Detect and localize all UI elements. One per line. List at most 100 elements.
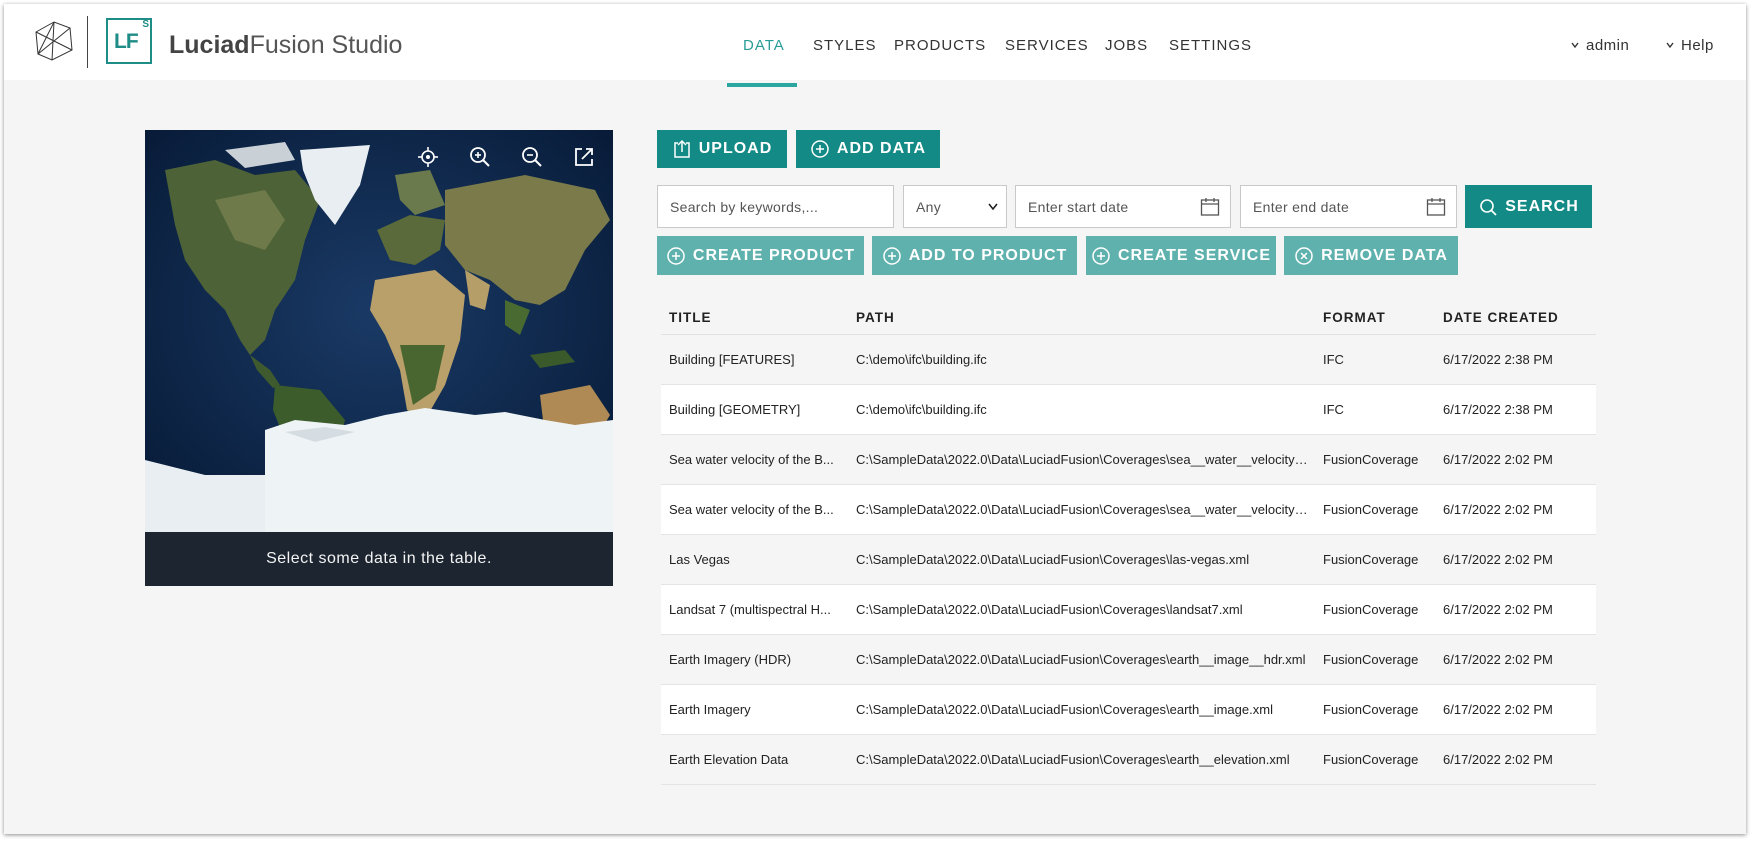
app-window: LF S LuciadFusion Studio DATA STYLES PRO… [4, 4, 1746, 834]
create-product-label: CREATE PRODUCT [692, 246, 856, 264]
plus-circle-icon [667, 246, 685, 265]
remove-data-button[interactable]: REMOVE DATA [1284, 236, 1458, 275]
search-label: SEARCH [1505, 197, 1579, 215]
cell-date: 6/17/2022 2:02 PM [1443, 652, 1553, 667]
cell-format: FusionCoverage [1323, 452, 1419, 467]
cell-title: Earth Imagery (HDR) [669, 652, 792, 667]
keyword-search-input[interactable]: Search by keywords,... [657, 185, 894, 228]
nav-data[interactable]: DATA [743, 37, 785, 54]
cell-path: C:\SampleData\2022.0\Data\LuciadFusion\C… [856, 502, 1308, 517]
cell-title: Sea water velocity of the B... [669, 502, 834, 517]
hexagon-logo-icon [35, 21, 73, 61]
cell-path: C:\SampleData\2022.0\Data\LuciadFusion\C… [856, 552, 1250, 567]
table-row[interactable]: Building [GEOMETRY] C:\demo\ifc\building… [661, 385, 1596, 435]
help-menu[interactable]: Help [1666, 37, 1714, 54]
end-date-input[interactable]: Enter end date [1240, 185, 1457, 228]
cell-path: C:\SampleData\2022.0\Data\LuciadFusion\C… [856, 652, 1306, 667]
chevron-down-icon [1666, 42, 1674, 49]
close-circle-icon [1295, 246, 1313, 265]
top-header: LF S LuciadFusion Studio DATA STYLES PRO… [4, 4, 1746, 80]
cell-date: 6/17/2022 2:02 PM [1443, 752, 1553, 767]
create-product-button[interactable]: CREATE PRODUCT [657, 236, 864, 275]
table-row[interactable]: Earth Elevation Data C:\SampleData\2022.… [661, 735, 1596, 785]
table-header: TITLE PATH FORMAT DATE CREATED [661, 300, 1596, 335]
add-data-label: ADD DATA [836, 140, 927, 157]
cell-format: IFC [1323, 402, 1344, 417]
column-header-format[interactable]: FORMAT [1323, 310, 1433, 325]
cell-date: 6/17/2022 2:02 PM [1443, 702, 1553, 717]
cell-title: Sea water velocity of the B... [669, 452, 834, 467]
table-row[interactable]: Sea water velocity of the B... C:\Sample… [661, 435, 1596, 485]
cell-format: FusionCoverage [1323, 602, 1419, 617]
remove-data-label: REMOVE DATA [1321, 246, 1448, 264]
table-row[interactable]: Earth Imagery (HDR) C:\SampleData\2022.0… [661, 635, 1596, 685]
app-title-bold: Luciad [169, 31, 250, 59]
cell-title: Las Vegas [669, 552, 730, 567]
type-select[interactable]: Any [903, 185, 1007, 228]
nav-services[interactable]: SERVICES [1005, 37, 1089, 54]
create-service-button[interactable]: CREATE SERVICE [1086, 236, 1276, 275]
data-table: TITLE PATH FORMAT DATE CREATED Building … [661, 300, 1596, 785]
cell-date: 6/17/2022 2:38 PM [1443, 402, 1553, 417]
nav-products[interactable]: PRODUCTS [894, 37, 986, 54]
upload-icon [673, 139, 690, 158]
calendar-icon[interactable] [1200, 197, 1220, 217]
admin-menu[interactable]: admin [1571, 37, 1629, 54]
nav-settings[interactable]: SETTINGS [1169, 37, 1252, 54]
nav-styles[interactable]: STYLES [813, 37, 877, 54]
column-header-path[interactable]: PATH [856, 310, 1308, 325]
app-title-rest: Fusion Studio [249, 31, 403, 59]
map-status-text: Select some data in the table. [266, 550, 492, 567]
cell-date: 6/17/2022 2:02 PM [1443, 552, 1553, 567]
create-service-label: CREATE SERVICE [1118, 246, 1271, 264]
cell-path: C:\SampleData\2022.0\Data\LuciadFusion\C… [856, 452, 1308, 467]
column-header-date-created[interactable]: DATE CREATED [1443, 310, 1593, 325]
map-panel: Select some data in the table. [145, 130, 613, 588]
nav-jobs[interactable]: JOBS [1105, 37, 1148, 54]
cell-path: C:\SampleData\2022.0\Data\LuciadFusion\C… [856, 602, 1243, 617]
cell-path: C:\SampleData\2022.0\Data\LuciadFusion\C… [856, 702, 1273, 717]
add-data-button[interactable]: ADD DATA [796, 130, 940, 168]
table-row[interactable]: Sea water velocity of the B... C:\Sample… [661, 485, 1596, 535]
upload-label: UPLOAD [698, 140, 773, 157]
locate-icon[interactable] [415, 144, 441, 170]
open-external-icon[interactable] [571, 144, 597, 170]
cell-date: 6/17/2022 2:02 PM [1443, 452, 1553, 467]
cell-format: FusionCoverage [1323, 702, 1419, 717]
upload-button[interactable]: UPLOAD [657, 130, 787, 168]
cell-path: C:\SampleData\2022.0\Data\LuciadFusion\C… [856, 752, 1290, 767]
table-row[interactable]: Landsat 7 (multispectral H... C:\SampleD… [661, 585, 1596, 635]
map-status-bar: Select some data in the table. [145, 532, 613, 586]
add-to-product-button[interactable]: ADD TO PRODUCT [872, 236, 1077, 275]
cell-title: Building [FEATURES] [669, 352, 795, 367]
lf-logo: LF S [106, 18, 152, 64]
chevron-down-icon [988, 203, 998, 211]
cell-title: Earth Elevation Data [669, 752, 789, 767]
column-header-title[interactable]: TITLE [669, 310, 839, 325]
calendar-icon[interactable] [1426, 197, 1446, 217]
cell-format: FusionCoverage [1323, 552, 1419, 567]
search-icon [1480, 198, 1497, 216]
search-button[interactable]: SEARCH [1465, 185, 1592, 228]
map-view[interactable] [145, 130, 613, 532]
keyword-search-placeholder: Search by keywords,... [670, 198, 819, 215]
table-row[interactable]: Las Vegas C:\SampleData\2022.0\Data\Luci… [661, 535, 1596, 585]
zoom-in-icon[interactable] [467, 144, 493, 170]
zoom-out-icon[interactable] [519, 144, 545, 170]
table-row[interactable]: Building [FEATURES] C:\demo\ifc\building… [661, 335, 1596, 385]
cell-path: C:\demo\ifc\building.ifc [856, 402, 987, 417]
end-date-placeholder: Enter end date [1253, 198, 1350, 215]
world-map-image [145, 130, 613, 532]
cell-title: Landsat 7 (multispectral H... [669, 602, 831, 617]
app-title: LuciadFusion Studio [169, 31, 402, 60]
cell-date: 6/17/2022 2:38 PM [1443, 352, 1553, 367]
help-label: Help [1681, 37, 1714, 54]
cell-path: C:\demo\ifc\building.ifc [856, 352, 987, 367]
cell-format: FusionCoverage [1323, 652, 1419, 667]
start-date-input[interactable]: Enter start date [1015, 185, 1231, 228]
start-date-placeholder: Enter start date [1028, 198, 1129, 215]
active-tab-indicator [727, 83, 797, 87]
cell-date: 6/17/2022 2:02 PM [1443, 502, 1553, 517]
table-row[interactable]: Earth Imagery C:\SampleData\2022.0\Data\… [661, 685, 1596, 735]
lf-logo-superscript: S [142, 19, 149, 30]
